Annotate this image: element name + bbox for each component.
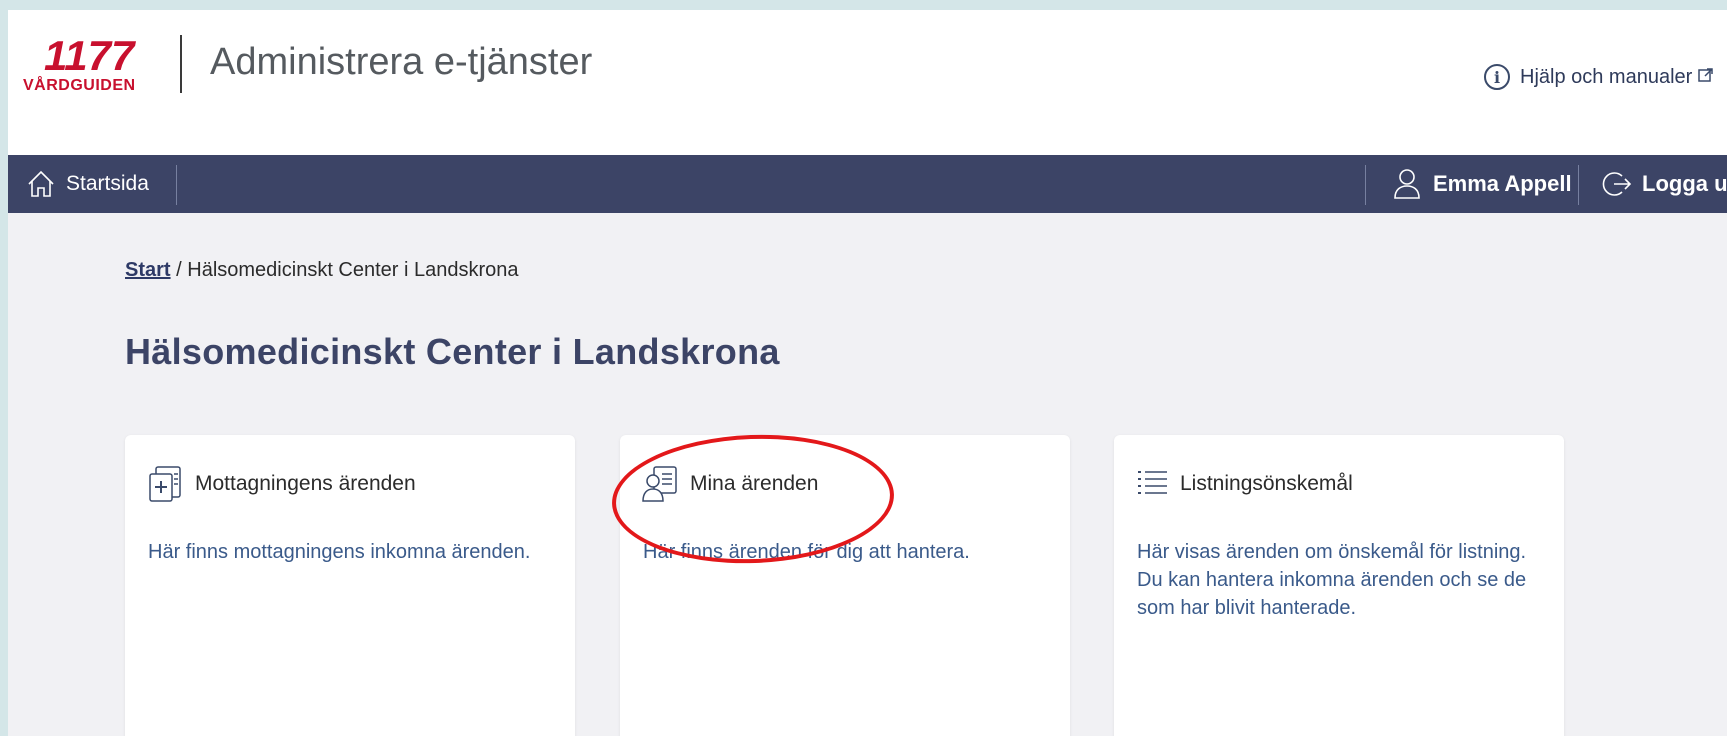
breadcrumb-separator: / [176, 259, 182, 281]
breadcrumb: Start / Hälsomedicinskt Center i Landskr… [125, 259, 519, 282]
nav-separator [176, 165, 177, 205]
card-header: Mina ärenden [642, 465, 818, 503]
site-header: 1177 VÅRDGUIDEN Administrera e-tjänster … [8, 10, 1727, 155]
card-description: Här visas ärenden om önskemål för listni… [1137, 541, 1527, 619]
info-icon: i [1484, 64, 1510, 90]
card-listing-requests[interactable]: Listningsönskemål Här visas ärenden om ö… [1114, 435, 1564, 736]
list-icon [1138, 471, 1167, 494]
card-clinic-cases[interactable]: Mottagningens ärenden Här finns mottagni… [125, 435, 575, 736]
header-divider [180, 35, 182, 93]
clinic-cases-icon [149, 466, 181, 502]
logout-label: Logga ut [1642, 171, 1727, 196]
nav-home-link[interactable]: Startsida [26, 155, 149, 213]
breadcrumb-current: Hälsomedicinskt Center i Landskrona [187, 259, 519, 281]
logout-button[interactable]: Logga ut [1602, 155, 1727, 213]
page-title: Hälsomedicinskt Center i Landskrona [125, 331, 780, 372]
nav-user-menu[interactable]: Emma Appell [1393, 155, 1572, 213]
card-header: Mottagningens ärenden [147, 465, 416, 503]
nav-separator [1365, 165, 1366, 205]
user-icon [1394, 169, 1420, 199]
breadcrumb-start-link[interactable]: Start [125, 259, 171, 281]
card-description: Här finns ärenden för dig att hantera. [643, 541, 970, 563]
nav-separator [1578, 165, 1579, 205]
app-window: 1177 VÅRDGUIDEN Administrera e-tjänster … [8, 10, 1727, 736]
app-title: Administrera e-tjänster [210, 41, 593, 83]
help-link[interactable]: i Hjälp och manualer [1484, 61, 1714, 93]
external-link-icon [1698, 67, 1714, 88]
card-title: Listningsönskemål [1180, 472, 1353, 495]
logo-text: VÅRDGUIDEN [23, 77, 136, 94]
my-cases-icon [642, 466, 677, 502]
card-my-cases[interactable]: Mina ärenden Här finns ärenden för dig a… [620, 435, 1070, 736]
logout-icon [1602, 172, 1632, 196]
logo-number: 1177 [44, 32, 135, 79]
nav-home-label: Startsida [66, 172, 149, 195]
card-title: Mottagningens ärenden [195, 472, 416, 495]
home-icon [28, 170, 54, 197]
card-title: Mina ärenden [690, 472, 819, 495]
help-link-label: Hjälp och manualer [1520, 65, 1693, 88]
card-header: Listningsönskemål [1136, 465, 1353, 503]
user-name: Emma Appell [1433, 171, 1572, 196]
brand-logo[interactable]: 1177 VÅRDGUIDEN [16, 32, 148, 94]
card-description: Här finns mottagningens inkomna ärenden. [148, 541, 531, 563]
main-navbar: Startsida Emma Appell Logga ut [8, 155, 1727, 213]
